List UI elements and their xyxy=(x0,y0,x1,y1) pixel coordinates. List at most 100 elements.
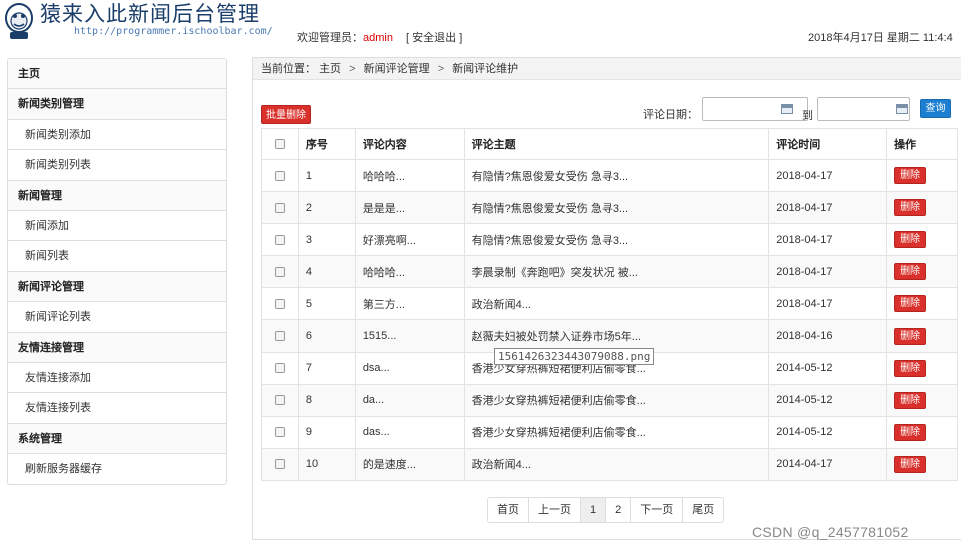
row-time: 2018-04-16 xyxy=(768,319,888,353)
row-time: 2014-05-12 xyxy=(768,383,888,417)
row-checkbox[interactable] xyxy=(274,363,285,374)
table-row: 1 哈哈哈... 有隐情?焦恩俊爱女受伤 急寻3... 2018-04-17 删除 xyxy=(261,158,958,193)
select-all-checkbox[interactable] xyxy=(274,139,285,150)
row-checkbox[interactable] xyxy=(274,234,285,245)
row-checkbox[interactable] xyxy=(274,331,285,342)
calendar-icon[interactable] xyxy=(896,104,908,114)
sidebar-item[interactable]: 新闻类别添加 xyxy=(8,120,226,151)
row-topic: 李晨录制《奔跑吧》突发状况 被... xyxy=(463,255,770,289)
batch-delete-button[interactable]: 批量删除 xyxy=(261,105,311,124)
row-time: 2018-04-17 xyxy=(768,158,888,193)
row-content: dsa... xyxy=(354,351,465,385)
row-checkbox[interactable] xyxy=(274,202,285,213)
sidebar-group-header[interactable]: 新闻类别管理 xyxy=(8,89,226,120)
row-checkbox[interactable] xyxy=(274,395,285,406)
sidebar-group-header[interactable]: 友情连接管理 xyxy=(8,332,226,363)
table-body: 1 哈哈哈... 有隐情?焦恩俊爱女受伤 急寻3... 2018-04-17 删除 2 是是… xyxy=(261,158,958,481)
delete-button[interactable]: 删除 xyxy=(894,295,927,313)
row-checkbox[interactable] xyxy=(274,427,285,438)
page-number-button[interactable]: 2 xyxy=(606,498,632,522)
sidebar-group-header[interactable]: 新闻评论管理 xyxy=(8,271,226,303)
table-row: 4 哈哈哈... 李晨录制《奔跑吧》突发状况 被... 2018-04-17 删除 xyxy=(261,255,958,289)
sidebar: 主页 新闻类别管理 新闻类别添加 新闻类别列表 新闻管理 新闻添加 新闻列表 新闻评论管理 新闻… xyxy=(7,58,227,486)
sidebar-item[interactable]: 友情连接添加 xyxy=(8,363,226,394)
row-content: 是是是... xyxy=(354,191,465,225)
row-checkbox[interactable] xyxy=(274,299,285,310)
row-time: 2018-04-17 xyxy=(768,287,888,321)
table-row: 2 是是是... 有隐情?焦恩俊爱女受伤 急寻3... 2018-04-17 删除 xyxy=(261,191,958,225)
row-operation: 删除 xyxy=(886,191,958,225)
row-select-cell xyxy=(261,319,299,353)
table-row: 8 da... 香港少女穿热裤短裙便利店偷零食... 2014-05-12 删除 xyxy=(261,383,958,417)
sidebar-item[interactable]: 刷新服务器缓存 xyxy=(8,454,226,484)
table-row: 10 的是速度... 政治新闻4... 2014-04-17 删除 xyxy=(261,447,958,481)
sidebar-group-header[interactable]: 主页 xyxy=(8,59,226,90)
row-content: 第三方... xyxy=(354,287,465,321)
sidebar-item[interactable]: 友情连接列表 xyxy=(8,393,226,424)
row-operation: 删除 xyxy=(886,319,958,353)
row-time: 2014-05-12 xyxy=(768,351,888,385)
page-number-button[interactable]: 1 xyxy=(581,498,607,522)
prev-page-button[interactable]: 上一页 xyxy=(529,498,581,522)
row-content: 哈哈哈... xyxy=(354,158,465,193)
row-select-cell xyxy=(261,223,299,257)
row-no: 6 xyxy=(297,319,356,353)
delete-button[interactable]: 删除 xyxy=(894,231,927,249)
site-url[interactable]: http://programmer.ischoolbar.com/ xyxy=(74,26,273,37)
delete-button[interactable]: 删除 xyxy=(894,359,927,377)
table-header-row: 序号 评论内容 评论主题 评论时间 操作 xyxy=(261,128,958,160)
logout-link[interactable]: [ 安全退出 ] xyxy=(406,32,462,44)
row-no: 3 xyxy=(297,223,356,257)
breadcrumb-prefix: 当前位置： xyxy=(261,63,316,75)
row-operation: 删除 xyxy=(886,255,958,289)
username: admin xyxy=(363,32,393,44)
row-checkbox[interactable] xyxy=(274,266,285,277)
first-page-button[interactable]: 首页 xyxy=(488,498,529,522)
filename-tooltip: 1561426323443079088.png xyxy=(494,348,655,365)
search-button[interactable]: 查询 xyxy=(920,99,951,118)
row-operation: 删除 xyxy=(886,223,958,257)
calendar-icon[interactable] xyxy=(781,104,793,114)
row-no: 4 xyxy=(297,255,356,289)
breadcrumb-item-home[interactable]: 主页 xyxy=(319,63,341,75)
row-operation: 删除 xyxy=(886,158,958,193)
next-page-button[interactable]: 下一页 xyxy=(631,498,684,522)
delete-button[interactable]: 删除 xyxy=(894,263,927,281)
row-no: 10 xyxy=(297,447,356,481)
sidebar-item[interactable]: 新闻评论列表 xyxy=(8,302,226,333)
row-content: da... xyxy=(354,383,465,417)
row-topic: 香港少女穿热裤短裙便利店偷零食... xyxy=(463,415,770,449)
delete-button[interactable]: 删除 xyxy=(894,455,927,473)
breadcrumb-item-comment-mgmt[interactable]: 新闻评论管理 xyxy=(364,63,430,75)
table-row: 9 das... 香港少女穿热裤短裙便利店偷零食... 2014-05-12 删除 xyxy=(261,415,958,449)
sidebar-item[interactable]: 新闻列表 xyxy=(8,241,226,272)
current-date: 2018年4月17日 星期二 11:4:4 xyxy=(808,32,953,44)
row-content: 1515... xyxy=(354,319,465,353)
row-checkbox[interactable] xyxy=(274,170,285,181)
delete-button[interactable]: 删除 xyxy=(894,167,927,185)
header-operation: 操作 xyxy=(886,128,958,160)
delete-button[interactable]: 删除 xyxy=(894,391,927,409)
pagination: 首页 上一页 1 2 下一页 尾页 xyxy=(487,497,725,523)
header: 猿来入此新闻后台管理 http://programmer.ischoolbar.… xyxy=(0,0,961,50)
row-time: 2018-04-17 xyxy=(768,191,888,225)
row-topic: 有隐情?焦恩俊爱女受伤 急寻3... xyxy=(463,223,770,257)
row-select-cell xyxy=(261,383,299,417)
row-time: 2018-04-17 xyxy=(768,255,888,289)
last-page-button[interactable]: 尾页 xyxy=(683,498,724,522)
delete-button[interactable]: 删除 xyxy=(894,199,927,217)
sidebar-group-header[interactable]: 新闻管理 xyxy=(8,180,226,211)
sidebar-item[interactable]: 新闻类别列表 xyxy=(8,150,226,181)
sidebar-group-header[interactable]: 系统管理 xyxy=(8,423,226,455)
row-no: 7 xyxy=(297,351,356,385)
row-select-cell xyxy=(261,287,299,321)
sidebar-item[interactable]: 新闻添加 xyxy=(8,211,226,242)
header-topic: 评论主题 xyxy=(463,128,770,160)
delete-button[interactable]: 删除 xyxy=(894,423,927,441)
delete-button[interactable]: 删除 xyxy=(894,327,927,345)
date-to-label: 到 xyxy=(802,110,813,122)
row-content: 哈哈哈... xyxy=(354,255,465,289)
row-checkbox[interactable] xyxy=(274,459,285,470)
monkey-logo-icon xyxy=(5,3,33,39)
row-no: 5 xyxy=(297,287,356,321)
